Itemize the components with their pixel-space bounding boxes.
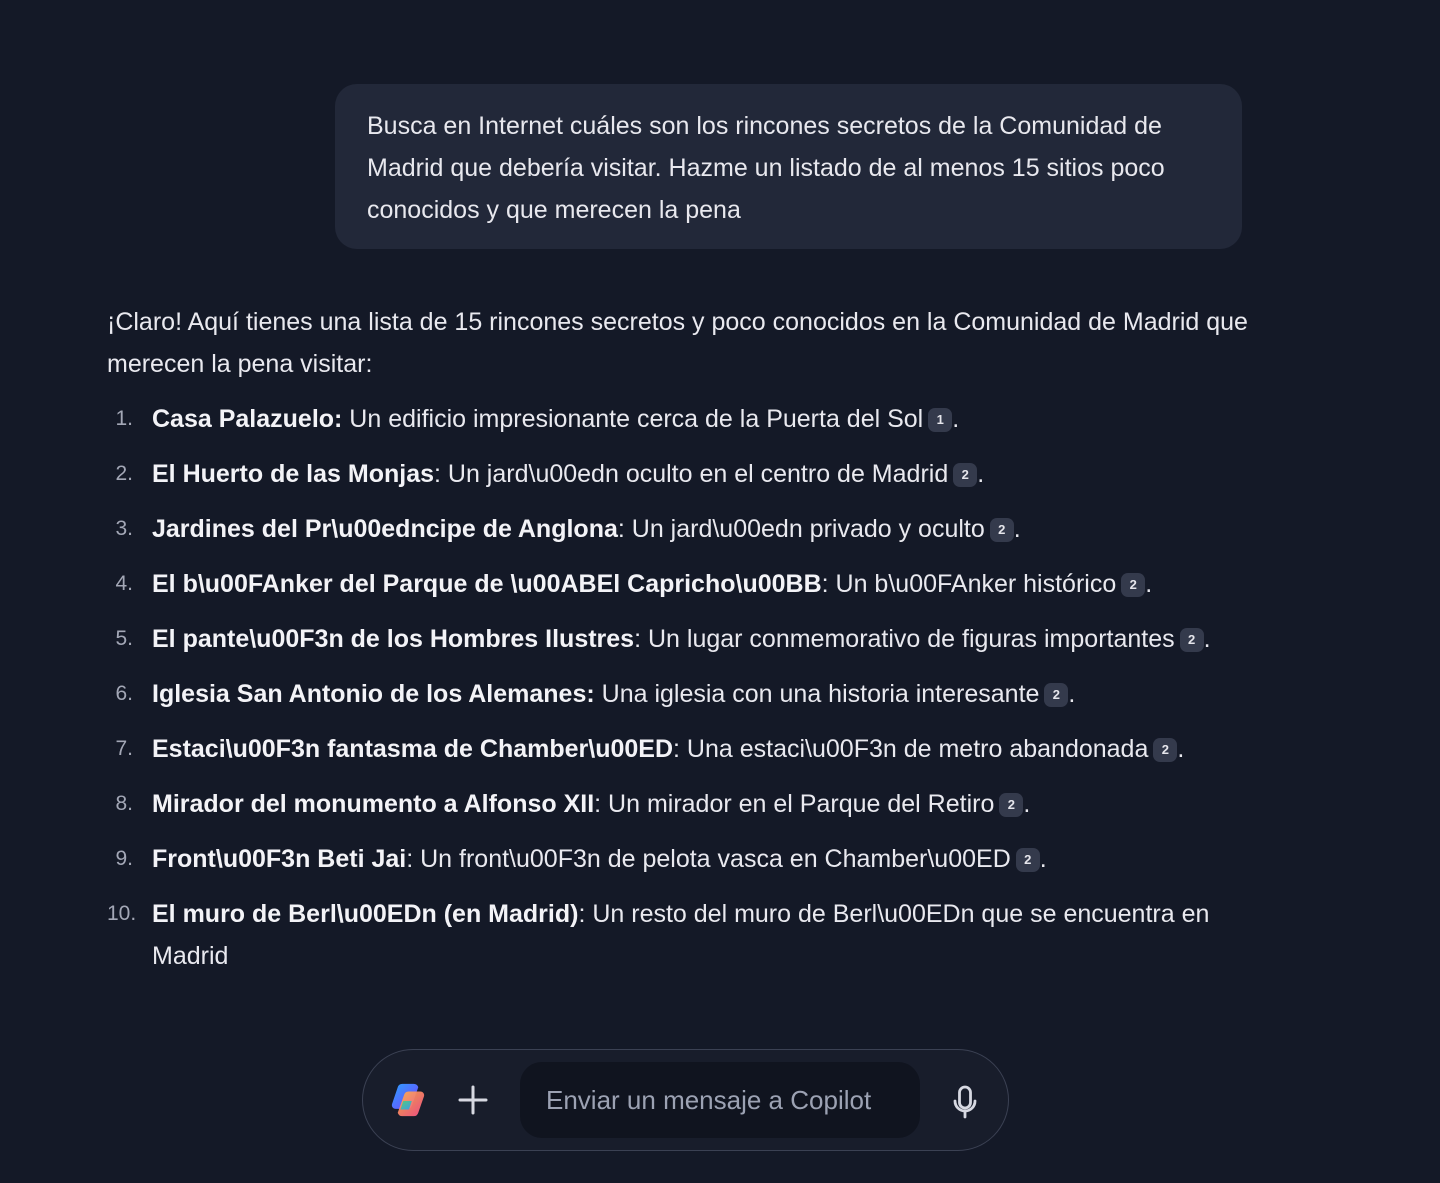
place-name: Front\u00F3n Beti Jai [152,845,407,873]
item-end: . [977,460,985,488]
item-end: . [1145,570,1153,598]
citation-badge[interactable]: 2 [999,793,1024,817]
place-description: : Un front\u00F3n de pelota vasca en Cha… [406,845,1011,873]
place-description: : Un jard\u00edn oculto en el centro de … [434,460,949,488]
list-item: 7. Estaci\u00F3n fantasma de Chamber\u00E… [107,728,1267,770]
list-item: 9. Front\u00F3n Beti Jai: Un front\u00F3n… [107,838,1267,880]
item-end: . [1068,680,1076,708]
places-list: 1. Casa Palazuelo: Un edificio impresiona… [107,398,1267,977]
list-item-number: 4. [115,572,133,595]
plus-icon [458,1085,488,1115]
place-description: Una iglesia con una historia interesante [594,680,1040,708]
citation-badge[interactable]: 1 [928,408,953,432]
assistant-reply: ¡Claro! Aquí tienes una lista de 15 rinc… [107,301,1267,990]
list-item: 4. El b\u00FAnker del Parque de \u00ABEl … [107,563,1267,605]
reply-intro: ¡Claro! Aquí tienes una lista de 15 rinc… [107,308,1248,378]
citation-badge[interactable]: 2 [953,463,978,487]
list-item-number: 3. [115,517,133,540]
list-item: 10. El muro de Berl\u00EDn (en Madrid): U… [107,893,1267,977]
place-name: Jardines del Pr\u00edncipe de Anglona [152,515,618,543]
citation-badge[interactable]: 2 [1044,683,1069,707]
place-name: Iglesia San Antonio de los Alemanes: [152,680,595,708]
list-item-number: 2. [115,462,133,485]
list-item: 8. Mirador del monumento a Alfonso XII: U… [107,783,1267,825]
list-item-number: 10. [107,902,137,925]
item-end: . [1203,625,1211,653]
list-item-number: 8. [115,792,133,815]
place-name: Estaci\u00F3n fantasma de Chamber\u00ED [152,735,674,763]
user-message-bubble: Busca en Internet cuáles son los rincone… [335,84,1242,249]
list-item: 2. El Huerto de las Monjas: Un jard\u00ed… [107,453,1267,495]
user-message-text: Busca en Internet cuáles son los rincone… [367,112,1165,224]
list-item-number: 9. [115,847,133,870]
place-description: : Un b\u00FAnker histórico [821,570,1117,598]
place-name: El Huerto de las Monjas [152,460,435,488]
item-end: . [1013,515,1021,543]
list-item-number: 5. [115,627,133,650]
item-end: . [1039,845,1047,873]
list-item: 5. El pante\u00F3n de los Hombres Ilustre… [107,618,1267,660]
place-description: : Un mirador en el Parque del Retiro [594,790,995,818]
item-end: . [952,405,960,433]
place-description: Un edificio impresionante cerca de la Pu… [342,405,924,433]
microphone-button[interactable] [943,1080,987,1124]
place-name: El pante\u00F3n de los Hombres Ilustres [152,625,635,653]
citation-badge[interactable]: 2 [1153,738,1178,762]
place-description: : Una estaci\u00F3n de metro abandonada [673,735,1149,763]
citation-badge[interactable]: 2 [989,518,1014,542]
chat-window: Busca en Internet cuáles son los rincone… [0,0,1440,1183]
place-name: Mirador del monumento a Alfonso XII [152,790,595,818]
place-description: : Un jard\u00edn privado y oculto [617,515,985,543]
place-name: El b\u00FAnker del Parque de \u00ABEl Ca… [152,570,822,598]
list-item: 1. Casa Palazuelo: Un edificio impresiona… [107,398,1267,440]
list-item-number: 1. [115,407,133,430]
list-item-number: 6. [115,682,133,705]
list-item: 3. Jardines del Pr\u00edncipe de Anglona:… [107,508,1267,550]
item-end: . [1177,735,1185,763]
citation-badge[interactable]: 2 [1015,848,1040,872]
list-item: 6. Iglesia San Antonio de los Alemanes: U… [107,673,1267,715]
copilot-logo-icon[interactable] [389,1081,427,1119]
citation-badge[interactable]: 2 [1179,628,1204,652]
message-input[interactable] [520,1062,920,1138]
place-name: Casa Palazuelo: [152,405,343,433]
place-name: El muro de Berl\u00EDn (en Madrid) [152,900,579,928]
microphone-icon [953,1085,977,1119]
place-description: : Un lugar conmemorativo de figuras impo… [634,625,1175,653]
citation-badge[interactable]: 2 [1121,573,1146,597]
item-end: . [1023,790,1031,818]
list-item-number: 7. [115,737,133,760]
message-composer [362,1049,1009,1151]
add-attachment-button[interactable] [451,1078,495,1122]
